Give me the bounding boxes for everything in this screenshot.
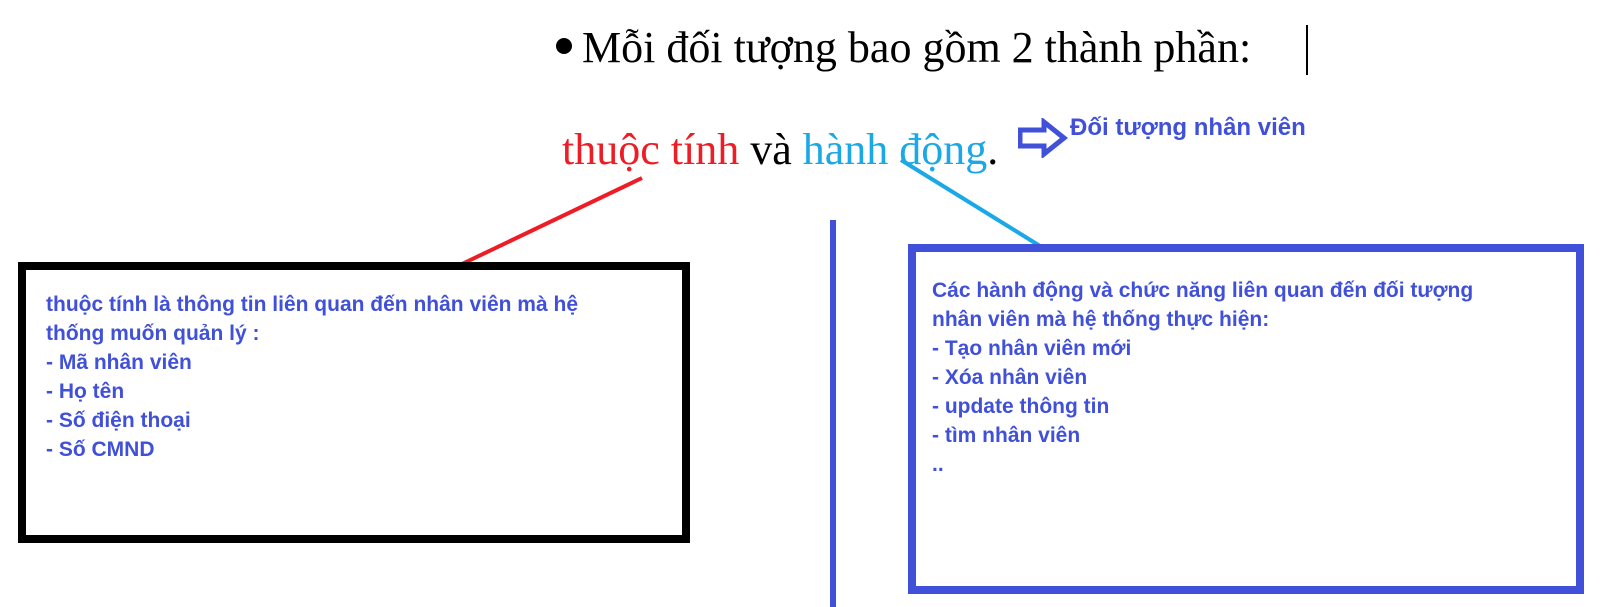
object-label: Đối tượng nhân viên bbox=[1070, 114, 1306, 141]
attributes-line: - Họ tên bbox=[46, 380, 125, 403]
text-cursor bbox=[1306, 25, 1308, 75]
attributes-line: - Mã nhân viên bbox=[46, 351, 192, 374]
period: . bbox=[987, 125, 999, 174]
heading: Mỗi đối tượng bao gồm 2 thành phần: bbox=[556, 18, 1251, 78]
attributes-term: thuộc tính bbox=[562, 125, 740, 174]
actions-line: - tìm nhân viên bbox=[932, 424, 1081, 447]
actions-line: - Xóa nhân viên bbox=[932, 366, 1088, 389]
attributes-line: - Số điện thoại bbox=[46, 409, 191, 432]
actions-box-text: Các hành động và chức năng liên quan đến… bbox=[932, 276, 1473, 479]
actions-line: - update thông tin bbox=[932, 395, 1110, 418]
attributes-line: thuộc tính là thông tin liên quan đến nh… bbox=[46, 293, 579, 316]
actions-line: - Tạo nhân viên mới bbox=[932, 337, 1132, 360]
bullet-icon bbox=[556, 37, 572, 54]
attributes-box-text: thuộc tính là thông tin liên quan đến nh… bbox=[46, 290, 578, 464]
actions-line: .. bbox=[932, 453, 944, 476]
attributes-line: thống muốn quản lý : bbox=[46, 322, 260, 345]
actions-line: nhân viên mà hệ thống thực hiện: bbox=[932, 308, 1270, 331]
actions-box: Các hành động và chức năng liên quan đến… bbox=[908, 244, 1584, 594]
attributes-box: thuộc tính là thông tin liên quan đến nh… bbox=[18, 262, 690, 543]
actions-term: hành động bbox=[802, 125, 988, 174]
attributes-connector bbox=[461, 176, 643, 266]
actions-line: Các hành động và chức năng liên quan đến… bbox=[932, 279, 1474, 302]
right-arrow-icon bbox=[1018, 118, 1068, 158]
subline: thuộc tính và hành động. bbox=[562, 120, 998, 180]
attributes-line: - Số CMND bbox=[46, 438, 155, 461]
and-text: và bbox=[739, 125, 803, 174]
heading-text: Mỗi đối tượng bao gồm 2 thành phần: bbox=[582, 23, 1252, 72]
